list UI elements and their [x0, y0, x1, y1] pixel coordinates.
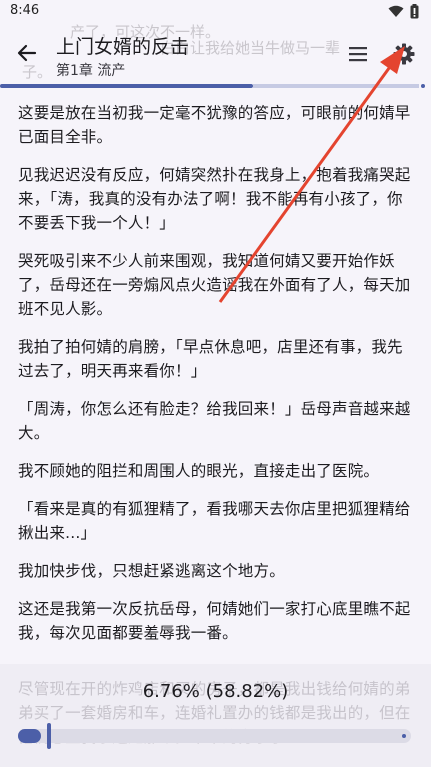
paragraph: 我拍了拍何婧的肩膀，「早点休息吧，店里还有事，我先过去了，明天再来看你！」: [18, 338, 403, 380]
slider-track: [18, 729, 411, 743]
book-progress-slider[interactable]: [18, 723, 411, 749]
slider-handle[interactable]: [47, 723, 51, 749]
chapter-progress-end-dot: [421, 84, 425, 88]
arrow-left-icon: [17, 44, 37, 62]
top-app-bar: 上门女婿的反击 第1章 流产: [0, 24, 431, 86]
settings-button[interactable]: [389, 39, 419, 69]
reading-progress-label: 6.76% (58.82%): [142, 681, 289, 702]
chapter-title: 第1章 流产: [56, 63, 126, 79]
paragraph: 见我迟迟没有反应，何婧突然扑在我身上，抱着我痛哭起来，「涛，我真的没有办法了啊！…: [18, 166, 411, 232]
chapter-progress-track: [253, 84, 419, 88]
paragraph: 我加快步伐，只想赶紧逃离这个地方。: [18, 562, 285, 580]
back-button[interactable]: [12, 38, 42, 68]
chapter-progress-bar: [0, 84, 431, 88]
reading-content: 这要是放在当初我一定毫不犹豫的答应，可眼前的何婧早已面目全非。 见我迟迟没有反应…: [18, 101, 412, 659]
gear-icon: [393, 43, 415, 65]
bottom-control-panel: [0, 664, 431, 767]
paragraph: 「周涛，你怎么还有脸走？给我回来！」岳母声音越来越大。: [18, 400, 411, 442]
status-time: 8:46: [10, 3, 40, 18]
menu-button[interactable]: [344, 41, 372, 67]
paragraph: 这要是放在当初我一定毫不犹豫的答应，可眼前的何婧早已面目全非。: [18, 104, 411, 146]
paragraph: 哭死吸引来不少人前来围观，我知道何婧又要开始作妖了，岳母还在一旁煽风点火造谣我在…: [18, 252, 411, 318]
status-icons: [388, 4, 419, 19]
book-title: 上门女婿的反击: [56, 36, 190, 58]
battery-icon: [410, 4, 419, 19]
paragraph: 这还是我第一次反抗岳母，何婧她们一家打心底里瞧不起我，每次见面都要羞辱我一番。: [18, 600, 411, 642]
wifi-icon: [388, 5, 404, 17]
chapter-progress-fill: [0, 84, 253, 88]
menu-icon: [349, 47, 367, 62]
paragraph: 我不顾她的阻拦和周围人的眼光，直接走出了医院。: [18, 462, 380, 480]
paragraph: 「看来是真的有狐狸精了，看我哪天去你店里把狐狸精给揪出来...」: [18, 500, 411, 542]
slider-active-track: [18, 729, 41, 743]
slider-end-dot: [402, 734, 406, 738]
